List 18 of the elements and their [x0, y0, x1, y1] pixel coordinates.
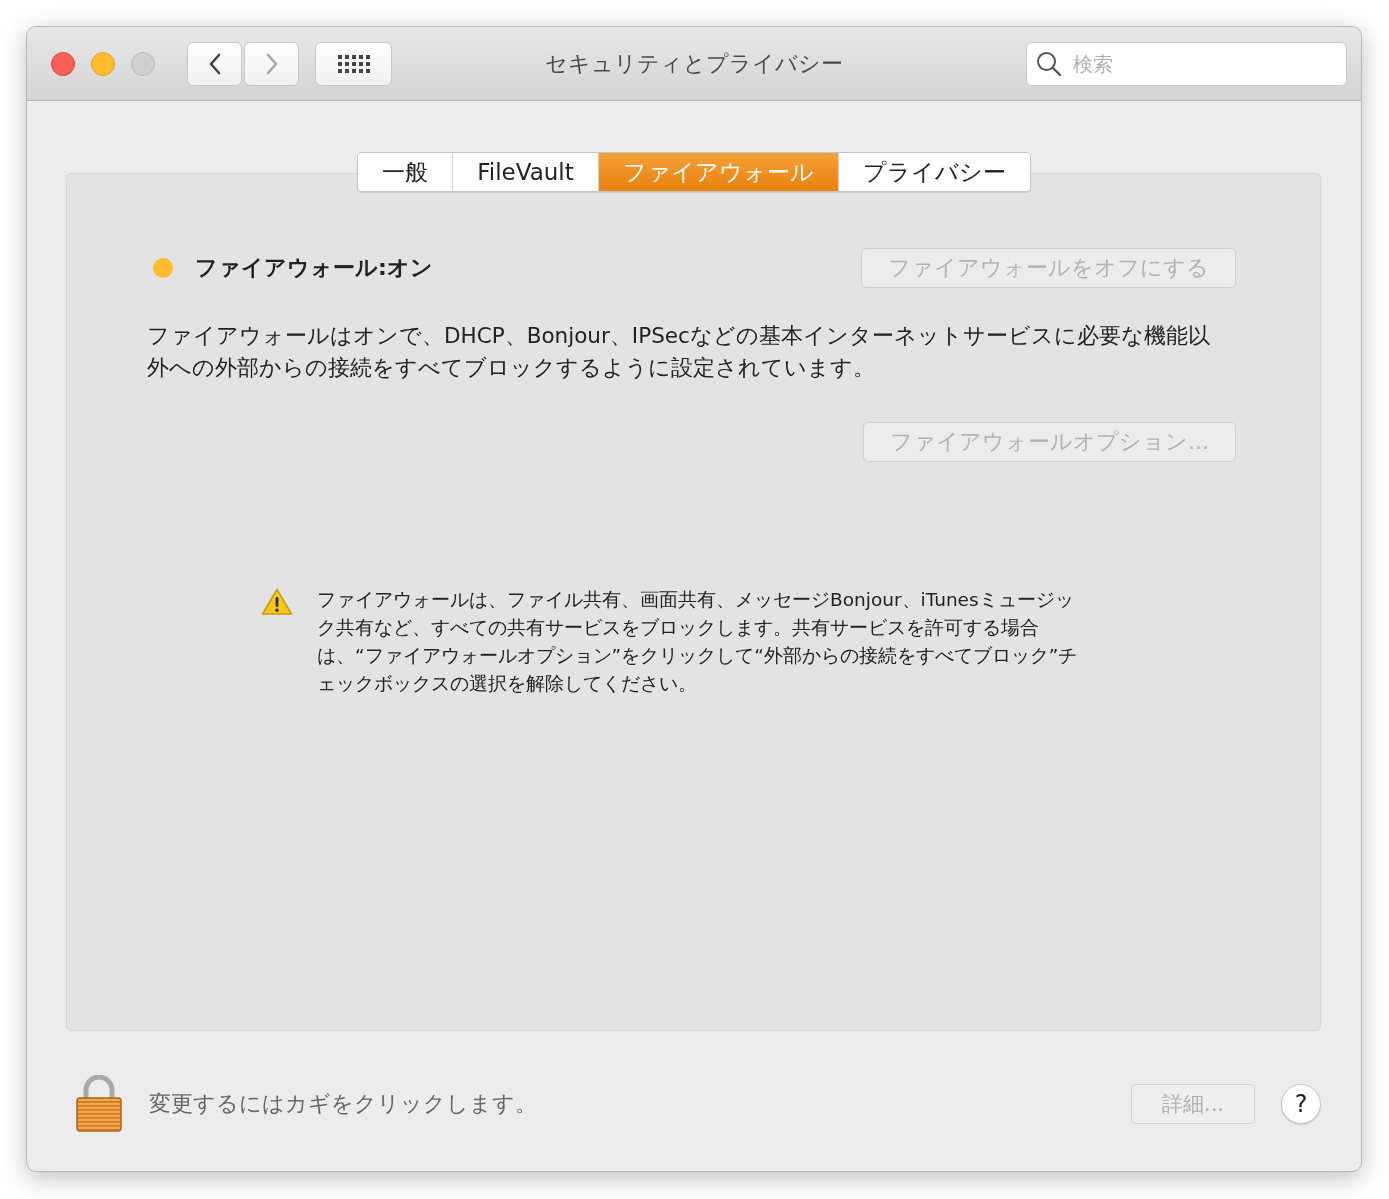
tab[interactable]: 一般	[358, 153, 453, 191]
tab[interactable]: プライバシー	[837, 153, 1030, 191]
warning-message: ファイアウォールは、ファイル共有、画面共有、メッセージBonjour、iTunesミュージック共有など、すべての共有サービスをブロックします。共有サービスを許可する場合は、“ファイアウォールオプション”をクリックして“外部からの接続をすべてブロック”チェックボックスの選択を解除してください。	[317, 588, 1079, 696]
window-title: セキュリティとプライバシー	[545, 49, 843, 78]
search-field[interactable]: 検索	[1026, 41, 1347, 86]
firewall-status: ファイアウォール:オン	[195, 254, 433, 282]
lock-icon[interactable]	[75, 1075, 123, 1133]
firewall-description: ファイアウォールはオンで、DHCP、Bonjour、IPSecなどの基本インターネットサービスに必要な機能以外への外部からの接続をすべてブロックするように設定されています。	[147, 322, 1211, 382]
close-window-button[interactable]	[51, 51, 75, 76]
minimize-window-button[interactable]	[91, 51, 115, 76]
lock-hint: 変更するにはカギをクリックします。	[149, 1090, 537, 1118]
help-button[interactable]: ?	[1281, 1084, 1321, 1124]
show-all-button[interactable]	[315, 41, 392, 86]
warning-icon	[261, 588, 293, 616]
tab[interactable]: FileVault	[452, 153, 598, 191]
grid-icon	[337, 54, 370, 73]
back-button[interactable]	[187, 41, 242, 86]
search-icon	[1036, 50, 1062, 77]
